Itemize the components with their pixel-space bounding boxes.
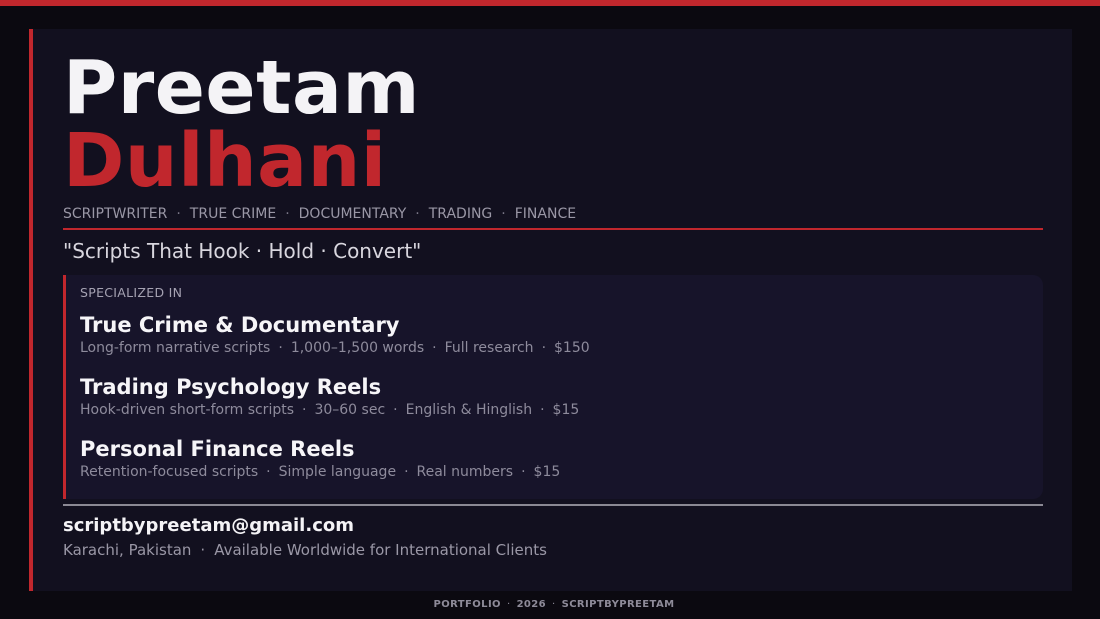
separator: ·: [302, 402, 307, 418]
service-detail: 1,000–1,500 words: [290, 340, 425, 356]
role-tag: DOCUMENTARY: [298, 206, 407, 222]
footer-item: SCRIPTBYPREETAM: [561, 599, 675, 610]
service-detail: Hook-driven short-form scripts: [80, 402, 294, 418]
service-item: Personal Finance Reels Retention-focused…: [80, 436, 560, 481]
role-tags: SCRIPTWRITER · TRUE CRIME · DOCUMENTARY · TRAD…: [63, 205, 576, 223]
role-tag: SCRIPTWRITER: [63, 206, 168, 222]
service-details: Retention-focused scripts · Simple languag…: [80, 463, 560, 481]
availability: Available Worldwide for International Cl…: [214, 541, 547, 559]
contact-divider: [63, 504, 1043, 506]
separator: ·: [521, 464, 526, 480]
role-tag: TRADING: [428, 206, 493, 222]
separator: ·: [266, 464, 271, 480]
separator: ·: [501, 206, 506, 222]
top-accent-bar: [0, 0, 1100, 6]
separator: ·: [415, 206, 420, 222]
footer-item: PORTFOLIO: [433, 599, 501, 610]
separator: ·: [432, 340, 437, 356]
role-tag: TRUE CRIME: [189, 206, 277, 222]
last-name: Dulhani: [63, 118, 387, 204]
location-line: Karachi, Pakistan · Available Worldwide fo…: [63, 541, 547, 560]
separator: ·: [540, 402, 545, 418]
separator: ·: [506, 599, 511, 610]
separator: ·: [285, 206, 290, 222]
tagline: "Scripts That Hook · Hold · Convert": [63, 239, 422, 263]
service-price: $15: [533, 464, 561, 480]
role-tag: FINANCE: [514, 206, 577, 222]
service-price: $150: [554, 340, 590, 356]
separator: ·: [552, 599, 556, 610]
separator: ·: [176, 206, 181, 222]
email-address[interactable]: scriptbypreetam@gmail.com: [63, 515, 354, 537]
specialized-heading: SPECIALIZED IN: [80, 285, 183, 300]
service-item: True Crime & Documentary Long-form narra…: [80, 312, 590, 357]
service-detail: Retention-focused scripts: [80, 464, 259, 480]
location: Karachi, Pakistan: [63, 541, 192, 559]
service-detail: Real numbers: [416, 464, 514, 480]
service-title: Trading Psychology Reels: [80, 375, 382, 399]
service-detail: Simple language: [278, 464, 397, 480]
service-details: Long-form narrative scripts · 1,000–1,500 …: [80, 339, 590, 357]
portfolio-card: Preetam Dulhani SCRIPTWRITER · TRUE CRIME ·…: [29, 29, 1072, 591]
header-divider: [63, 228, 1043, 230]
service-title: Personal Finance Reels: [80, 437, 355, 461]
service-price: $15: [552, 402, 580, 418]
separator: ·: [541, 340, 547, 356]
service-details: Hook-driven short-form scripts · 30–60 sec…: [80, 401, 579, 419]
service-item: Trading Psychology Reels Hook-driven sho…: [80, 374, 579, 419]
service-detail: Full research: [444, 340, 534, 356]
footer: PORTFOLIO · 2026 · SCRIPTBYPREETAM: [0, 598, 1100, 612]
separator: ·: [404, 464, 409, 480]
service-detail: English & Hinglish: [405, 402, 533, 418]
specialized-panel: SPECIALIZED IN True Crime & Documentary …: [63, 275, 1043, 499]
separator: ·: [393, 402, 398, 418]
card-accent-stripe: [29, 29, 33, 591]
first-name: Preetam: [63, 45, 421, 131]
service-title: True Crime & Documentary: [80, 313, 400, 337]
service-detail: Long-form narrative scripts: [80, 340, 271, 356]
service-detail: 30–60 sec: [314, 402, 386, 418]
separator: ·: [200, 541, 206, 559]
footer-item: 2026: [516, 599, 546, 610]
separator: ·: [278, 340, 283, 356]
